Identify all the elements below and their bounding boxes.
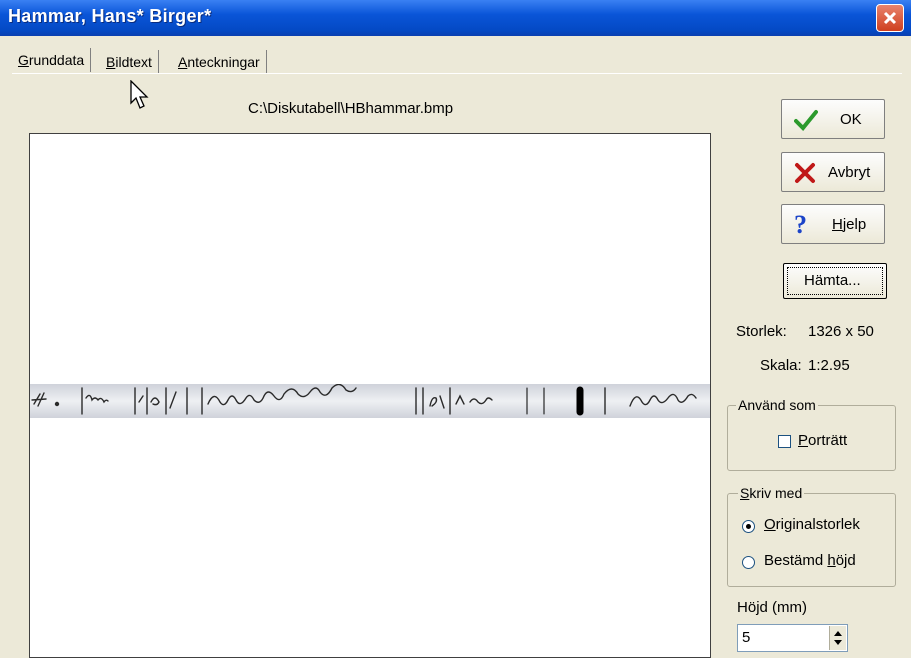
cancel-button[interactable]: Avbryt xyxy=(781,152,885,192)
cancel-x-icon xyxy=(795,163,815,183)
title-bar[interactable]: Hammar, Hans* Birger* xyxy=(0,0,911,36)
original-size-radio[interactable] xyxy=(742,520,755,533)
ok-button[interactable]: OK xyxy=(781,99,885,139)
print-with-group: Skriv med Originalstorlek Bestämd höjd xyxy=(727,485,896,587)
tab-anteckningar[interactable]: Anteckningar xyxy=(172,50,267,74)
height-label: Höjd (mm) xyxy=(737,599,808,616)
size-value: 1326 x 50 xyxy=(808,323,874,340)
handwritten-record-image xyxy=(30,383,710,418)
close-icon xyxy=(883,11,897,25)
mouse-cursor-icon xyxy=(130,80,149,109)
spin-arrows-icon xyxy=(834,631,842,645)
height-spin-input[interactable]: 5 xyxy=(737,624,848,652)
height-spin-buttons[interactable] xyxy=(829,626,846,650)
scale-label: Skala: xyxy=(760,357,802,374)
close-button[interactable] xyxy=(876,4,904,32)
scale-value: 1:2.95 xyxy=(808,357,850,374)
question-mark-icon: ? xyxy=(794,210,807,239)
fixed-height-radio[interactable] xyxy=(742,556,755,569)
fixed-height-label: Bestämd höjd xyxy=(764,552,856,569)
tab-panel-border xyxy=(12,73,902,74)
use-as-group: Använd som Porträtt xyxy=(727,397,896,471)
portrait-label: Porträtt xyxy=(798,432,848,449)
fetch-button[interactable]: Hämta... xyxy=(783,263,887,299)
help-button[interactable]: ? Hjelp xyxy=(781,204,885,244)
checkmark-icon xyxy=(794,110,818,131)
portrait-checkbox[interactable] xyxy=(778,435,791,448)
tab-bildtext[interactable]: Bildtext xyxy=(100,50,159,74)
window-title: Hammar, Hans* Birger* xyxy=(8,6,212,26)
original-size-label: Originalstorlek xyxy=(764,516,860,533)
height-value: 5 xyxy=(742,629,751,646)
size-label: Storlek: xyxy=(736,323,787,340)
tab-grunddata[interactable]: Grunddata xyxy=(12,48,92,72)
image-path: C:\Diskutabell\HBhammar.bmp xyxy=(248,100,454,117)
image-preview xyxy=(29,133,711,658)
